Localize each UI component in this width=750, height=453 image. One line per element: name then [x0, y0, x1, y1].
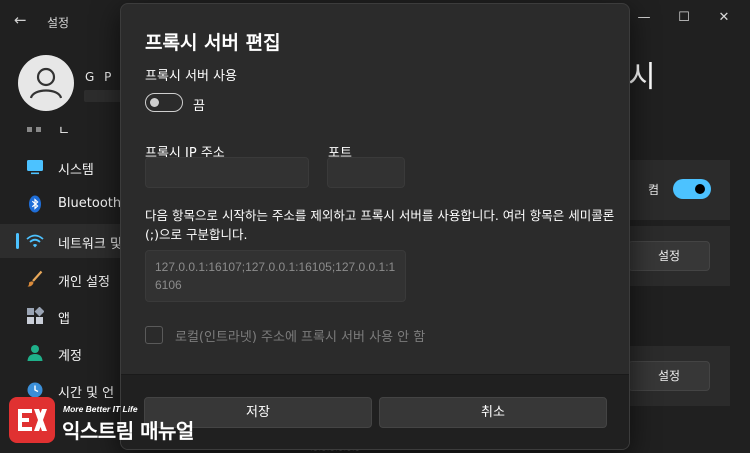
user-name: G P [85, 70, 115, 84]
setup-button[interactable]: 설정 [628, 241, 710, 271]
app-title: 설정 [47, 16, 70, 30]
use-proxy-state: 끔 [193, 99, 205, 114]
minimize-button[interactable]: — [632, 8, 656, 28]
local-bypass-checkbox[interactable] [145, 326, 163, 344]
back-button[interactable]: ← [14, 12, 32, 28]
sidebar-item-apps[interactable]: 앱 [0, 299, 120, 333]
person-icon [29, 67, 63, 99]
home-icon [27, 127, 32, 132]
active-indicator [16, 233, 19, 249]
cancel-button[interactable]: 취소 [379, 397, 607, 428]
sidebar-item-home[interactable]: ㄴ [0, 116, 120, 139]
watermark-name: 익스트림 매뉴얼 [62, 419, 194, 443]
use-proxy-toggle[interactable] [145, 93, 183, 112]
home-icon-part [36, 127, 41, 132]
proxy-edit-dialog: 프록시 서버 편집 프록시 서버 사용 끔 프록시 IP 주소 포트 다음 항목… [120, 3, 630, 450]
user-email-redacted [84, 90, 122, 102]
dialog-title: 프록시 서버 편집 [145, 32, 281, 54]
proxy-ip-input[interactable] [145, 157, 309, 188]
bluetooth-icon [29, 195, 41, 213]
port-input[interactable] [327, 157, 405, 188]
sidebar-item-label: Bluetooth [58, 196, 122, 211]
auto-detect-toggle[interactable] [673, 179, 711, 199]
avatar[interactable] [18, 55, 74, 111]
watermark-tagline: More Better IT Life [63, 404, 138, 414]
exceptions-textarea[interactable]: 127.0.0.1:16107;127.0.0.1:16105;127.0.0.… [145, 250, 406, 302]
watermark: More Better IT Life 익스트림 매뉴얼 [9, 397, 209, 445]
apps-icon [27, 307, 44, 324]
wifi-icon [26, 234, 44, 248]
brush-icon [27, 270, 43, 287]
sidebar-item-label: 계정 [58, 349, 82, 364]
local-bypass-label: 로컬(인트라넷) 주소에 프록시 서버 사용 안 함 [175, 330, 426, 345]
sidebar-item-label: 시스템 [58, 163, 94, 178]
exceptions-description: 다음 항목으로 시작하는 주소를 제외하고 프록시 서버를 사용합니다. 여러 … [145, 208, 615, 242]
sidebar-item-label: ㄴ [58, 124, 70, 139]
close-button[interactable]: ✕ [712, 8, 736, 28]
watermark-logo-icon [9, 397, 55, 443]
setup-button[interactable]: 설정 [628, 361, 710, 391]
use-proxy-label: 프록시 서버 사용 [145, 69, 237, 84]
monitor-icon [27, 160, 43, 175]
maximize-button[interactable]: ☐ [672, 8, 696, 28]
sidebar-item-system[interactable]: 시스템 [0, 150, 120, 184]
sidebar-item-label: 개인 설정 [58, 275, 110, 290]
toggle-state-label: 켬 [648, 183, 660, 197]
sidebar-item-personalization[interactable]: 개인 설정 [0, 262, 120, 296]
sidebar-item-network[interactable]: 네트워크 및 [0, 224, 122, 258]
sidebar-item-accounts[interactable]: 계정 [0, 336, 120, 370]
person-icon [27, 345, 43, 361]
sidebar-item-bluetooth[interactable]: Bluetooth [0, 187, 122, 221]
page-title-fragment: 시 [628, 60, 656, 95]
sidebar-item-label: 앱 [58, 312, 70, 327]
sidebar-item-label: 네트워크 및 [58, 237, 122, 252]
